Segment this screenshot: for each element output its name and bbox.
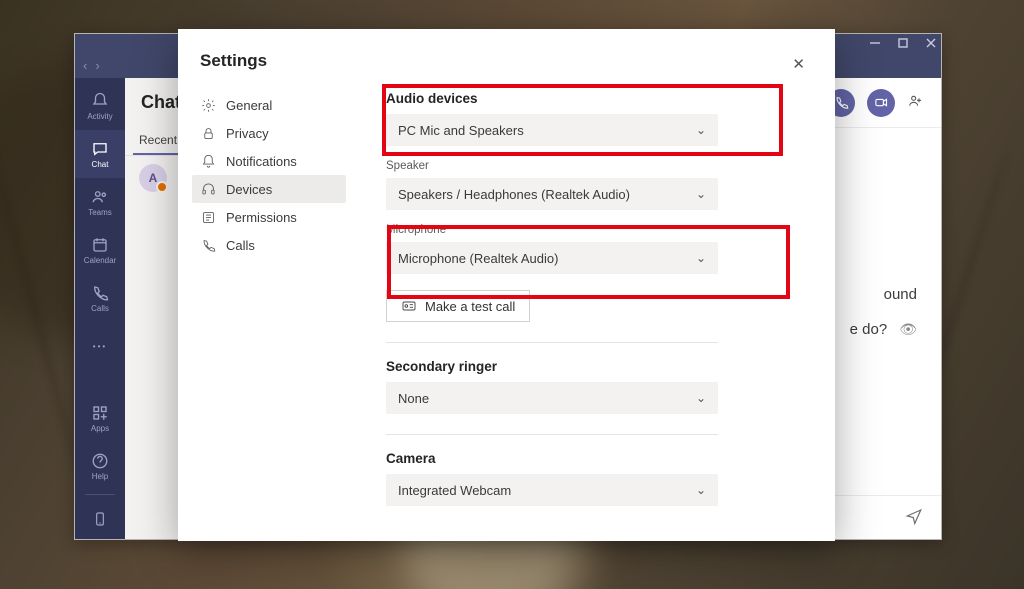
settings-nav-privacy[interactable]: Privacy bbox=[192, 119, 346, 147]
headset-icon bbox=[200, 181, 216, 197]
settings-nav: General Privacy Notifications Devices Pe… bbox=[178, 85, 356, 541]
rail-item-apps[interactable]: Apps bbox=[75, 394, 125, 442]
help-icon bbox=[91, 452, 109, 470]
speaker-select[interactable]: Speakers / Headphones (Realtek Audio) ⌄ bbox=[386, 178, 718, 210]
mobile-icon bbox=[91, 510, 109, 528]
settings-nav-notifications[interactable]: Notifications bbox=[192, 147, 346, 175]
chevron-down-icon: ⌄ bbox=[696, 123, 706, 137]
section-divider bbox=[386, 434, 718, 435]
rail-label: Calendar bbox=[84, 256, 116, 265]
bell-icon bbox=[200, 153, 216, 169]
permissions-icon bbox=[200, 209, 216, 225]
speaker-value: Speakers / Headphones (Realtek Audio) bbox=[398, 187, 630, 202]
settings-nav-permissions[interactable]: Permissions bbox=[192, 203, 346, 231]
camera-value: Integrated Webcam bbox=[398, 483, 511, 498]
rail-item-more[interactable]: ••• bbox=[75, 322, 125, 370]
more-icon: ••• bbox=[91, 337, 109, 355]
avatar: A bbox=[139, 164, 167, 192]
settings-nav-label: Calls bbox=[226, 238, 255, 253]
settings-dialog: Settings ✕ General Privacy Notifications… bbox=[178, 29, 835, 541]
microphone-select[interactable]: Microphone (Realtek Audio) ⌄ bbox=[386, 242, 718, 274]
video-call-button[interactable] bbox=[867, 89, 895, 117]
settings-content: Audio devices PC Mic and Speakers ⌄ Spea… bbox=[356, 85, 835, 541]
phone-icon bbox=[91, 284, 109, 302]
chat-title: Chat bbox=[141, 92, 181, 113]
settings-nav-label: Notifications bbox=[226, 154, 297, 169]
maximize-icon[interactable] bbox=[897, 37, 909, 49]
audio-devices-select[interactable]: PC Mic and Speakers ⌄ bbox=[386, 114, 718, 146]
secondary-ringer-select[interactable]: None ⌄ bbox=[386, 382, 718, 414]
rail-label: Help bbox=[92, 472, 108, 481]
rail-item-calls[interactable]: Calls bbox=[75, 274, 125, 322]
chevron-down-icon: ⌄ bbox=[696, 483, 706, 497]
microphone-label: Microphone bbox=[386, 224, 775, 236]
tab-recent[interactable]: Recent bbox=[133, 127, 183, 155]
section-secondary-ringer-title: Secondary ringer bbox=[386, 359, 775, 374]
rail-label: Apps bbox=[91, 424, 109, 433]
chevron-down-icon: ⌄ bbox=[696, 391, 706, 405]
rail-item-calendar[interactable]: Calendar bbox=[75, 226, 125, 274]
minimize-icon[interactable] bbox=[869, 37, 881, 49]
secondary-ringer-value: None bbox=[398, 391, 429, 406]
microphone-value: Microphone (Realtek Audio) bbox=[398, 251, 558, 266]
rail-item-activity[interactable]: Activity bbox=[75, 82, 125, 130]
rail-item-device[interactable] bbox=[75, 499, 125, 539]
rail-item-teams[interactable]: Teams bbox=[75, 178, 125, 226]
close-icon[interactable]: ✕ bbox=[788, 51, 809, 77]
rail-label: Teams bbox=[88, 208, 112, 217]
settings-nav-label: Permissions bbox=[226, 210, 297, 225]
section-audio-devices-title: Audio devices bbox=[386, 91, 775, 106]
forward-icon[interactable]: › bbox=[95, 58, 99, 73]
add-people-icon[interactable] bbox=[907, 93, 923, 112]
rail-item-chat[interactable]: Chat bbox=[75, 130, 125, 178]
settings-nav-label: General bbox=[226, 98, 272, 113]
rail-label: Chat bbox=[92, 160, 109, 169]
back-icon[interactable]: ‹ bbox=[83, 58, 87, 73]
chat-icon bbox=[91, 140, 109, 158]
make-test-call-button[interactable]: Make a test call bbox=[386, 290, 530, 322]
chat-message-fragment: e do? bbox=[850, 321, 888, 338]
section-camera-title: Camera bbox=[386, 451, 775, 466]
settings-nav-label: Devices bbox=[226, 182, 272, 197]
app-rail: Activity Chat Teams Calendar Calls ••• bbox=[75, 78, 125, 539]
apps-icon bbox=[91, 404, 109, 422]
speaker-label: Speaker bbox=[386, 160, 775, 172]
lock-icon bbox=[200, 125, 216, 141]
seen-icon: 👁 bbox=[899, 321, 917, 338]
chat-message-fragment: ound bbox=[884, 286, 917, 303]
section-divider bbox=[386, 342, 718, 343]
rail-item-help[interactable]: Help bbox=[75, 442, 125, 490]
people-icon bbox=[91, 188, 109, 206]
send-icon[interactable] bbox=[905, 507, 923, 528]
settings-nav-label: Privacy bbox=[226, 126, 269, 141]
window-close-icon[interactable] bbox=[925, 37, 937, 49]
rail-label: Activity bbox=[87, 112, 112, 121]
settings-nav-calls[interactable]: Calls bbox=[192, 231, 346, 259]
chevron-down-icon: ⌄ bbox=[696, 251, 706, 265]
rail-label: Calls bbox=[91, 304, 109, 313]
bell-icon bbox=[91, 92, 109, 110]
phone-icon bbox=[200, 237, 216, 253]
gear-icon bbox=[200, 97, 216, 113]
audio-devices-value: PC Mic and Speakers bbox=[398, 123, 524, 138]
make-test-call-label: Make a test call bbox=[425, 299, 515, 314]
calendar-icon bbox=[91, 236, 109, 254]
settings-title: Settings bbox=[200, 51, 267, 71]
camera-select[interactable]: Integrated Webcam ⌄ bbox=[386, 474, 718, 506]
chevron-down-icon: ⌄ bbox=[696, 187, 706, 201]
settings-nav-devices[interactable]: Devices bbox=[192, 175, 346, 203]
settings-nav-general[interactable]: General bbox=[192, 91, 346, 119]
